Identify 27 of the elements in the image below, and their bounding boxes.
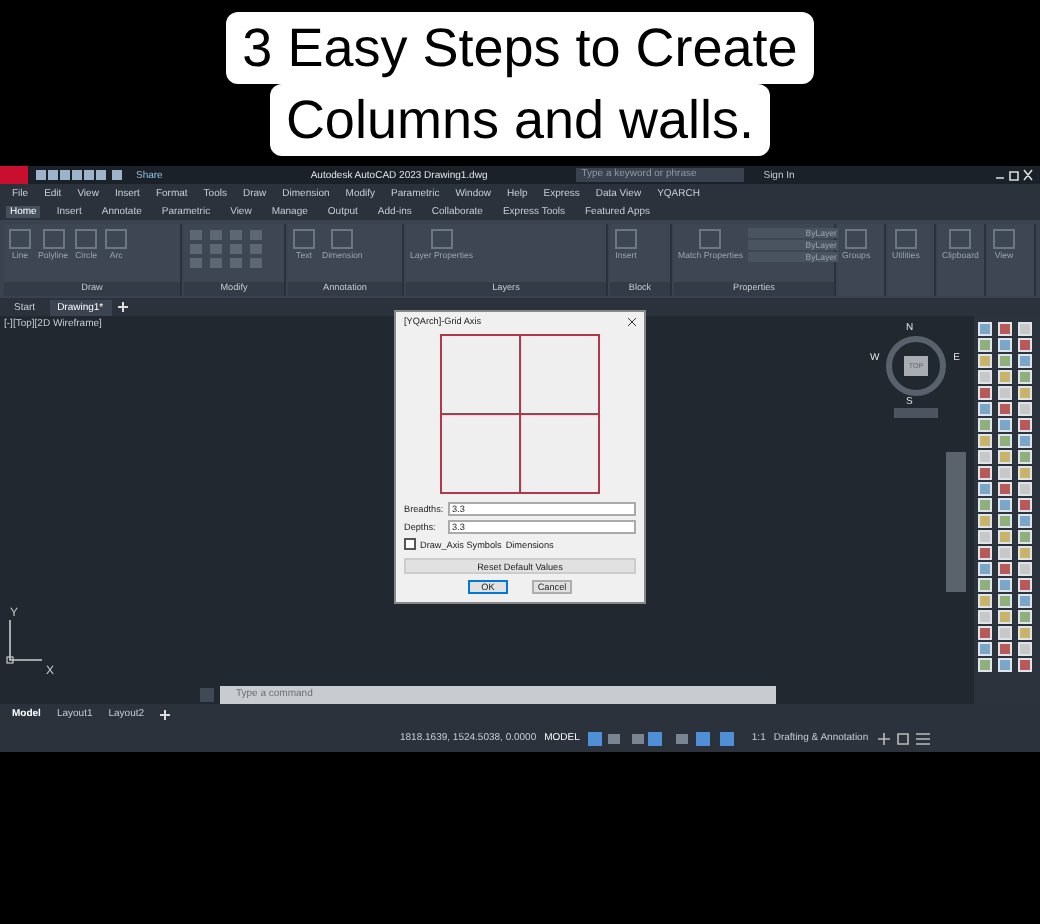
status-tools-icon[interactable] bbox=[876, 731, 933, 745]
window-controls-icon[interactable] bbox=[994, 168, 1034, 182]
tool-square-icon[interactable] bbox=[8, 228, 32, 250]
tool-square-icon[interactable] bbox=[41, 228, 66, 250]
navigation-bar[interactable] bbox=[946, 452, 966, 592]
caption-text: Columns and walls. bbox=[269, 83, 771, 155]
new-tab-icon[interactable] bbox=[117, 302, 128, 312]
ucs-axes-icon bbox=[4, 616, 48, 668]
checkbox[interactable] bbox=[404, 538, 416, 550]
tool-square-icon[interactable] bbox=[992, 228, 1016, 250]
modify-tools-icon[interactable] bbox=[188, 228, 268, 272]
tool-square-icon[interactable] bbox=[698, 228, 723, 250]
tool-square-icon[interactable] bbox=[893, 228, 918, 250]
tool-square-icon[interactable] bbox=[614, 228, 638, 250]
tool-square-icon[interactable] bbox=[292, 228, 316, 250]
tool-square-icon[interactable] bbox=[844, 228, 869, 250]
ucs-dropdown[interactable] bbox=[894, 408, 938, 418]
tool-square-icon[interactable] bbox=[74, 228, 99, 250]
tool-square-icon[interactable] bbox=[330, 228, 355, 250]
close-icon[interactable] bbox=[628, 317, 636, 325]
caption-text: 3 Easy Steps to Create bbox=[226, 11, 814, 83]
tool-square-icon[interactable] bbox=[948, 228, 973, 250]
app-logo-icon[interactable] bbox=[0, 166, 28, 184]
tool-square-icon[interactable] bbox=[104, 228, 129, 250]
quick-access-toolbar-icon[interactable] bbox=[36, 168, 128, 182]
tool-square-icon[interactable] bbox=[429, 228, 454, 250]
new-layout-icon[interactable] bbox=[160, 709, 171, 719]
